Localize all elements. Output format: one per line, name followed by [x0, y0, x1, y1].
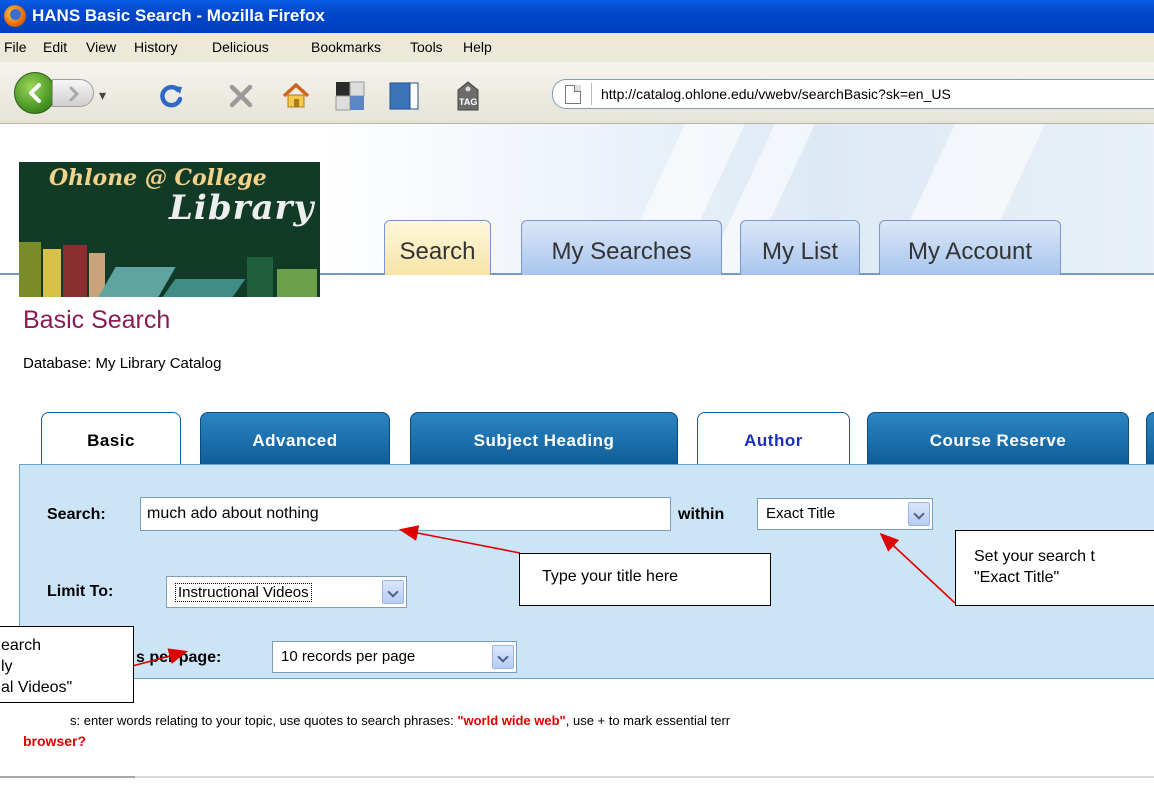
callout-exact-line-1: Set your search t — [974, 548, 1095, 565]
tips-example: "world wide web" — [457, 713, 566, 728]
page-title: Basic Search — [23, 306, 171, 334]
home-icon[interactable] — [280, 80, 312, 112]
tab-course-reserve[interactable]: Course Reserve — [867, 412, 1129, 465]
tab-advanced[interactable]: Advanced — [200, 412, 390, 465]
delicious-icon[interactable] — [334, 80, 366, 112]
tag-shape — [457, 81, 479, 111]
menu-file[interactable]: File — [4, 39, 27, 55]
window-title: HANS Basic Search - Mozilla Firefox — [32, 6, 325, 25]
tab-search[interactable]: Search — [384, 220, 491, 275]
tab-author[interactable]: Author — [697, 412, 850, 465]
page-icon — [565, 85, 581, 104]
search-label: Search: — [47, 506, 106, 523]
browser-link[interactable]: browser? — [23, 733, 86, 749]
stop-icon[interactable] — [225, 80, 257, 112]
tips-suffix: , use + to mark essential terr — [565, 713, 731, 728]
tag-label: TAG — [459, 97, 478, 107]
menu-edit[interactable]: Edit — [43, 39, 67, 55]
window-title-bar: HANS Basic Search - Mozilla Firefox — [0, 0, 1154, 33]
library-logo[interactable]: Ohlone @ College Library — [19, 162, 320, 297]
menu-help[interactable]: Help — [463, 39, 492, 55]
within-select-value: Exact Title — [766, 505, 836, 522]
per-page-select-value: 10 records per page — [281, 648, 416, 665]
callout-exact-line-2: "Exact Title" — [974, 569, 1060, 586]
limit-select[interactable]: Instructional Videos — [166, 576, 407, 608]
back-arrow-icon — [29, 83, 41, 103]
tab-my-account[interactable]: My Account — [879, 220, 1061, 275]
callout-limit-line-1: earch — [1, 637, 42, 654]
forward-arrow-icon — [69, 86, 80, 102]
tips-prefix: s: enter words relating to your topic, u… — [70, 713, 458, 728]
database-label: Database: My Library Catalog — [23, 355, 222, 372]
callout-type-title-text: Type your title here — [542, 568, 679, 585]
menu-history[interactable]: History — [134, 39, 178, 55]
bookmarks-sidebar-icon[interactable] — [388, 80, 420, 112]
navigation-toolbar: ▾ TAG http://catalog.ohlone.edu/vwebv/se… — [0, 62, 1154, 124]
chevron-down-icon — [492, 645, 514, 669]
callout-limit-line-2: ly — [1, 658, 13, 675]
tab-subject-heading[interactable]: Subject Heading — [410, 412, 678, 465]
within-label: within — [678, 506, 725, 523]
back-button[interactable] — [14, 72, 56, 114]
callout-exact-title: Set your search t "Exact Title" — [955, 530, 1154, 606]
per-page-label: s per page: — [136, 649, 222, 666]
menu-tools[interactable]: Tools — [410, 39, 443, 55]
menu-delicious[interactable]: Delicious — [212, 39, 269, 55]
search-tips: s: enter words relating to your topic, u… — [70, 713, 730, 728]
search-input[interactable]: much ado about nothing — [140, 497, 671, 531]
tab-basic[interactable]: Basic — [41, 412, 181, 465]
tab-my-searches[interactable]: My Searches — [521, 220, 722, 275]
menu-bookmarks[interactable]: Bookmarks — [311, 39, 381, 55]
url-text[interactable]: http://catalog.ohlone.edu/vwebv/searchBa… — [601, 86, 951, 102]
history-dropdown-icon[interactable]: ▾ — [99, 87, 106, 104]
callout-limit: earch ly al Videos" — [0, 626, 134, 703]
tag-icon[interactable]: TAG — [452, 80, 484, 112]
tab-my-list[interactable]: My List — [740, 220, 860, 275]
address-bar[interactable]: http://catalog.ohlone.edu/vwebv/searchBa… — [552, 79, 1154, 109]
callout-type-title: Type your title here — [519, 553, 771, 606]
chevron-down-icon — [908, 502, 930, 526]
per-page-select[interactable]: 10 records per page — [272, 641, 517, 673]
chevron-down-icon — [382, 580, 404, 604]
limit-select-value: Instructional Videos — [175, 583, 312, 602]
forward-button[interactable] — [52, 79, 94, 107]
menu-view[interactable]: View — [86, 39, 116, 55]
footer-divider — [0, 776, 1154, 778]
menu-bar: File Edit View History Delicious Bookmar… — [0, 33, 1154, 62]
tab-more[interactable] — [1146, 412, 1154, 465]
logo-line-2: Library — [169, 188, 315, 228]
firefox-icon — [4, 5, 26, 27]
reload-icon[interactable] — [156, 80, 188, 112]
callout-limit-line-3: al Videos" — [1, 679, 73, 696]
within-select[interactable]: Exact Title — [757, 498, 933, 530]
limit-label: Limit To: — [47, 583, 114, 600]
